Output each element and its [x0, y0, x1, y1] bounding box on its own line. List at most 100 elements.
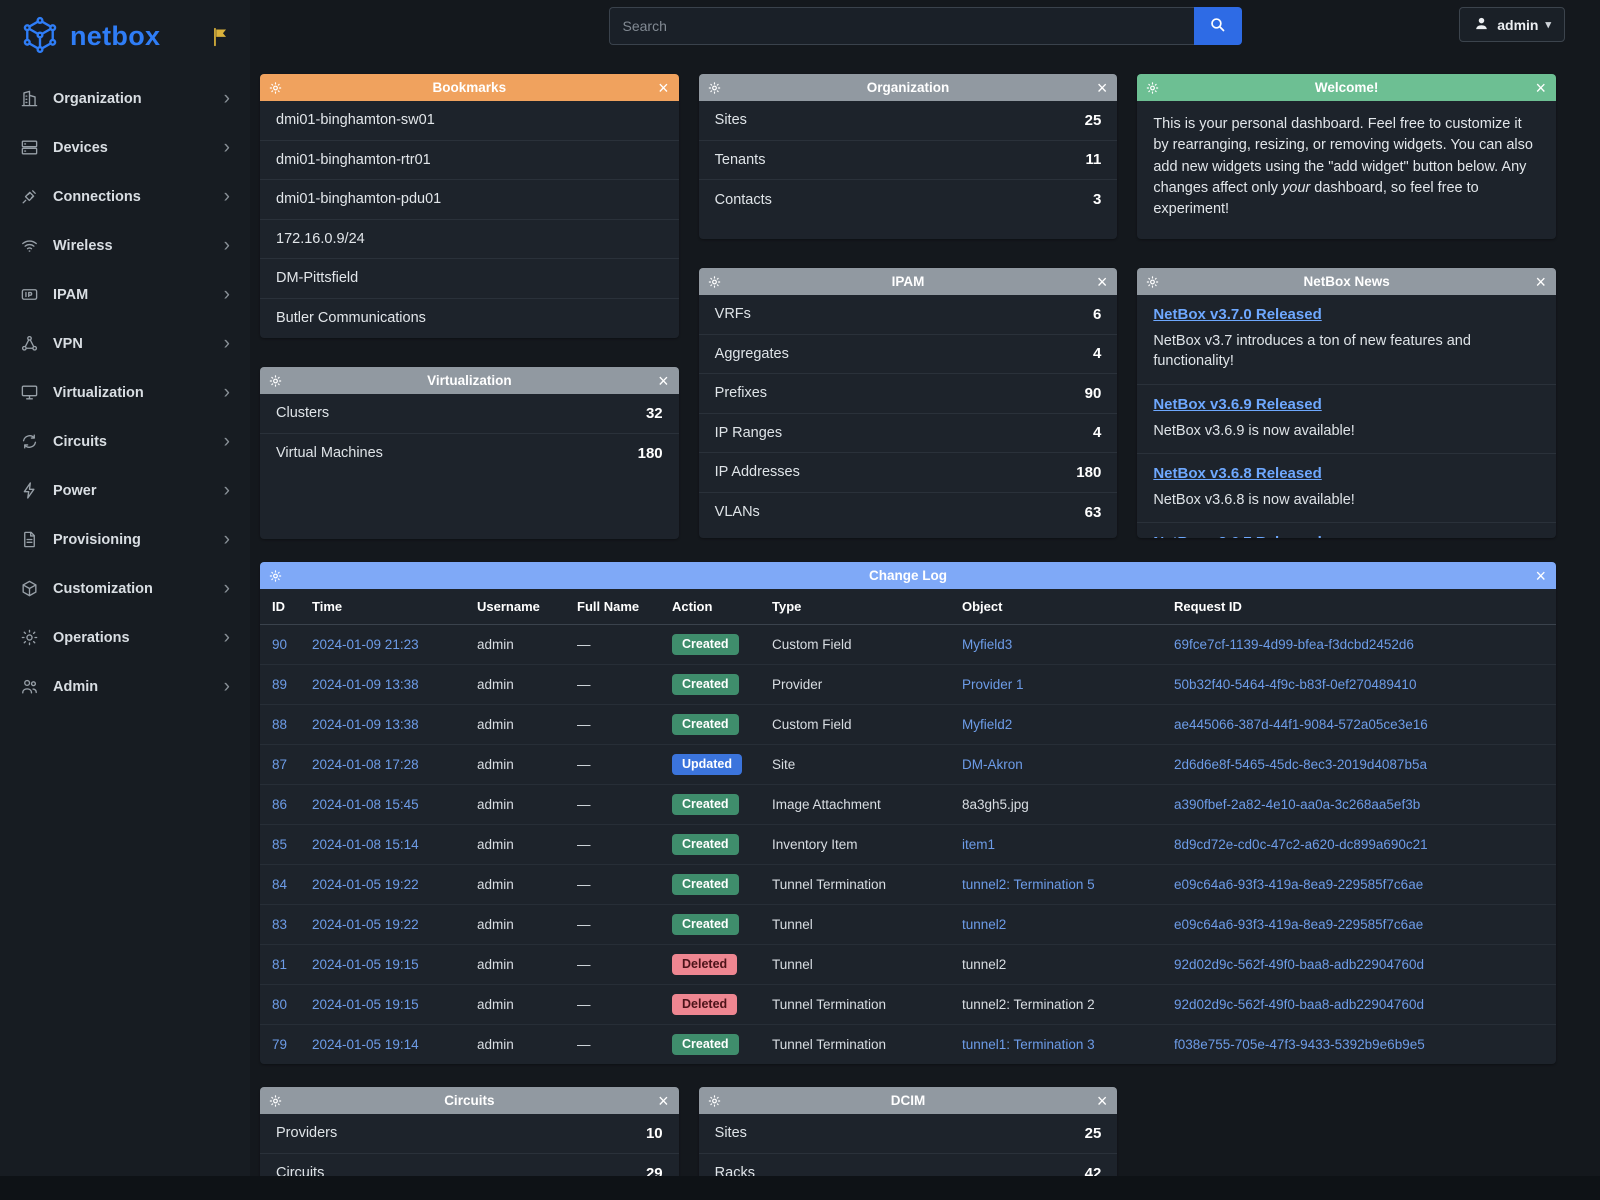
change-id-link[interactable]: 79	[272, 1037, 287, 1052]
stat-value[interactable]: 29	[646, 1165, 663, 1176]
gear-icon[interactable]	[269, 374, 282, 387]
sidebar-item-ipam[interactable]: IPAM›	[0, 270, 250, 319]
search-button[interactable]	[1194, 7, 1242, 45]
stat-value[interactable]: 11	[1085, 151, 1101, 168]
request-id-link[interactable]: f038e755-705e-47f3-9433-5392b9e6b9e5	[1174, 1037, 1425, 1052]
sidebar-item-virtualization[interactable]: Virtualization›	[0, 368, 250, 417]
sidebar-item-connections[interactable]: Connections›	[0, 172, 250, 221]
stat-value[interactable]: 90	[1085, 385, 1102, 402]
close-icon[interactable]: ×	[1535, 79, 1546, 97]
sidebar-item-customization[interactable]: Customization›	[0, 564, 250, 613]
sidebar-item-wireless[interactable]: Wireless›	[0, 221, 250, 270]
change-time-link[interactable]: 2024-01-05 19:22	[312, 917, 419, 932]
change-time-link[interactable]: 2024-01-08 15:14	[312, 837, 419, 852]
close-icon[interactable]: ×	[1097, 1092, 1108, 1110]
stat-value[interactable]: 42	[1085, 1165, 1102, 1176]
news-link[interactable]: NetBox v3.6.7 Released	[1153, 534, 1321, 538]
stat-value[interactable]: 6	[1093, 306, 1101, 323]
request-id-link[interactable]: 50b32f40-5464-4f9c-b83f-0ef270489410	[1174, 677, 1416, 692]
sidebar-item-power[interactable]: Power›	[0, 466, 250, 515]
change-time-link[interactable]: 2024-01-05 19:15	[312, 997, 419, 1012]
column-header-object[interactable]: Object	[950, 589, 1162, 625]
bookmark-item[interactable]: 172.16.0.9/24	[260, 220, 679, 260]
change-id-link[interactable]: 85	[272, 837, 287, 852]
column-header-id[interactable]: ID	[260, 589, 300, 625]
stat-value[interactable]: 63	[1085, 504, 1102, 521]
stat-value[interactable]: 3	[1093, 191, 1101, 208]
gear-icon[interactable]	[708, 275, 721, 288]
change-time-link[interactable]: 2024-01-05 19:14	[312, 1037, 419, 1052]
close-icon[interactable]: ×	[658, 79, 669, 97]
change-id-link[interactable]: 87	[272, 757, 287, 772]
column-header-time[interactable]: Time	[300, 589, 465, 625]
bookmark-item[interactable]: dmi01-binghamton-rtr01	[260, 141, 679, 181]
sidebar-item-admin[interactable]: Admin›	[0, 662, 250, 711]
object-link[interactable]: item1	[962, 837, 995, 852]
sidebar-item-devices[interactable]: Devices›	[0, 123, 250, 172]
sidebar-item-circuits[interactable]: Circuits›	[0, 417, 250, 466]
column-header-action[interactable]: Action	[660, 589, 760, 625]
change-id-link[interactable]: 83	[272, 917, 287, 932]
user-menu-button[interactable]: admin ▾	[1459, 7, 1565, 42]
gear-icon[interactable]	[708, 1094, 721, 1107]
close-icon[interactable]: ×	[658, 372, 669, 390]
column-header-request-id[interactable]: Request ID	[1162, 589, 1556, 625]
stat-value[interactable]: 4	[1093, 424, 1101, 441]
change-time-link[interactable]: 2024-01-09 13:38	[312, 717, 419, 732]
object-link[interactable]: DM-Akron	[962, 757, 1023, 772]
news-link[interactable]: NetBox v3.7.0 Released	[1153, 306, 1321, 323]
request-id-link[interactable]: 2d6d6e8f-5465-45dc-8ec3-2019d4087b5a	[1174, 757, 1427, 772]
stat-value[interactable]: 25	[1085, 1125, 1102, 1142]
request-id-link[interactable]: a390fbef-2a82-4e10-aa0a-3c268aa5ef3b	[1174, 797, 1420, 812]
stat-value[interactable]: 10	[646, 1125, 663, 1142]
change-id-link[interactable]: 89	[272, 677, 287, 692]
change-id-link[interactable]: 84	[272, 877, 287, 892]
gear-icon[interactable]	[1146, 81, 1159, 94]
object-link[interactable]: Myfield3	[962, 637, 1012, 652]
change-id-link[interactable]: 81	[272, 957, 287, 972]
bookmark-item[interactable]: Butler Communications	[260, 299, 679, 339]
sidebar-item-vpn[interactable]: VPN›	[0, 319, 250, 368]
stat-value[interactable]: 4	[1093, 345, 1101, 362]
object-link[interactable]: tunnel2: Termination 5	[962, 877, 1095, 892]
bookmark-item[interactable]: dmi01-binghamton-pdu01	[260, 180, 679, 220]
column-header-username[interactable]: Username	[465, 589, 565, 625]
change-id-link[interactable]: 86	[272, 797, 287, 812]
close-icon[interactable]: ×	[658, 1092, 669, 1110]
news-link[interactable]: NetBox v3.6.9 Released	[1153, 396, 1321, 413]
gear-icon[interactable]	[269, 1094, 282, 1107]
bookmark-item[interactable]: DM-Pittsfield	[260, 259, 679, 299]
change-time-link[interactable]: 2024-01-09 13:38	[312, 677, 419, 692]
request-id-link[interactable]: e09c64a6-93f3-419a-8ea9-229585f7c6ae	[1174, 877, 1423, 892]
bookmark-item[interactable]: dmi01-binghamton-sw01	[260, 101, 679, 141]
gear-icon[interactable]	[269, 81, 282, 94]
change-time-link[interactable]: 2024-01-08 15:45	[312, 797, 419, 812]
stat-value[interactable]: 180	[638, 445, 663, 462]
close-icon[interactable]: ×	[1535, 567, 1546, 585]
request-id-link[interactable]: ae445066-387d-44f1-9084-572a05ce3e16	[1174, 717, 1428, 732]
object-link[interactable]: Myfield2	[962, 717, 1012, 732]
search-input[interactable]	[609, 7, 1194, 45]
stat-value[interactable]: 180	[1076, 464, 1101, 481]
request-id-link[interactable]: 92d02d9c-562f-49f0-baa8-adb22904760d	[1174, 957, 1424, 972]
gear-icon[interactable]	[1146, 275, 1159, 288]
request-id-link[interactable]: 69fce7cf-1139-4d99-bfea-f3dcbd2452d6	[1174, 637, 1414, 652]
sidebar-item-organization[interactable]: Organization›	[0, 74, 250, 123]
gear-icon[interactable]	[269, 569, 282, 582]
news-link[interactable]: NetBox v3.6.8 Released	[1153, 465, 1321, 482]
column-header-type[interactable]: Type	[760, 589, 950, 625]
request-id-link[interactable]: e09c64a6-93f3-419a-8ea9-229585f7c6ae	[1174, 917, 1423, 932]
stat-value[interactable]: 25	[1085, 112, 1102, 129]
object-link[interactable]: tunnel1: Termination 3	[962, 1037, 1095, 1052]
change-time-link[interactable]: 2024-01-05 19:22	[312, 877, 419, 892]
object-link[interactable]: Provider 1	[962, 677, 1024, 692]
request-id-link[interactable]: 8d9cd72e-cd0c-47c2-a620-dc899a690c21	[1174, 837, 1428, 852]
change-time-link[interactable]: 2024-01-08 17:28	[312, 757, 419, 772]
change-time-link[interactable]: 2024-01-05 19:15	[312, 957, 419, 972]
change-id-link[interactable]: 90	[272, 637, 287, 652]
column-header-full-name[interactable]: Full Name	[565, 589, 660, 625]
close-icon[interactable]: ×	[1535, 273, 1546, 291]
netbox-logo[interactable]: netbox	[0, 0, 250, 74]
request-id-link[interactable]: 92d02d9c-562f-49f0-baa8-adb22904760d	[1174, 997, 1424, 1012]
change-id-link[interactable]: 80	[272, 997, 287, 1012]
